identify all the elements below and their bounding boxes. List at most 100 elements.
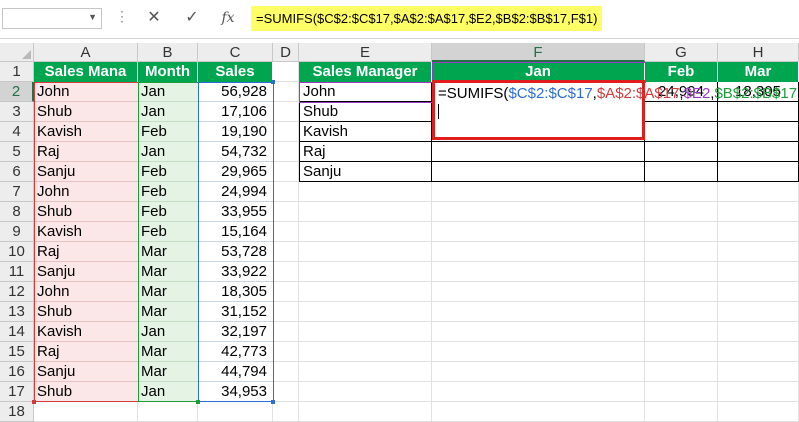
sales-value-cell[interactable]: 15,164 [198, 222, 273, 242]
row-header-12[interactable]: 12 [0, 282, 34, 302]
month-cell[interactable]: Feb [138, 222, 198, 242]
result-cell[interactable] [718, 162, 799, 182]
sales-value-cell[interactable]: 33,955 [198, 202, 273, 222]
sales-value-cell[interactable]: 18,305 [198, 282, 273, 302]
sales-value-cell[interactable]: 53,728 [198, 242, 273, 262]
sales-value-cell[interactable]: 34,953 [198, 382, 273, 402]
result-cell[interactable] [645, 142, 718, 162]
month-cell[interactable]: Feb [138, 182, 198, 202]
sales-manager-cell[interactable]: Raj [34, 342, 138, 362]
result-cell[interactable] [432, 142, 645, 162]
row-header-6[interactable]: 6 [0, 162, 34, 182]
name-box[interactable]: ▼ [2, 8, 102, 29]
column-header-g[interactable]: G [645, 43, 718, 62]
column-header-b[interactable]: B [138, 43, 198, 62]
manager-name-cell[interactable]: Shub [299, 102, 432, 122]
manager-name-cell[interactable]: Kavish [299, 122, 432, 142]
range-handle[interactable] [271, 80, 275, 84]
row-header-7[interactable]: 7 [0, 182, 34, 202]
column-header-h[interactable]: H [718, 43, 799, 62]
drag-handle-icon[interactable]: ⋮ [115, 8, 129, 25]
sales-value-cell[interactable]: 56,928 [198, 82, 273, 102]
sales-value-cell[interactable]: 44,794 [198, 362, 273, 382]
insert-function-button[interactable]: fx [217, 8, 239, 28]
row-header-1[interactable]: 1 [0, 62, 34, 82]
column-header-e[interactable]: E [299, 43, 432, 62]
manager-name-cell[interactable]: John [299, 82, 432, 102]
month-cell[interactable]: Jan [138, 382, 198, 402]
month-cell[interactable]: Jan [138, 142, 198, 162]
manager-name-cell[interactable]: Sanju [299, 162, 432, 182]
table-header-cell[interactable]: Sales [198, 62, 273, 82]
row-header-2[interactable]: 2 [0, 82, 34, 102]
row-header-4[interactable]: 4 [0, 122, 34, 142]
row-header-17[interactable]: 17 [0, 382, 34, 402]
month-cell[interactable]: Jan [138, 82, 198, 102]
sales-manager-cell[interactable]: John [34, 182, 138, 202]
sales-manager-cell[interactable]: Kavish [34, 322, 138, 342]
table-header-cell[interactable]: Sales Mana [34, 62, 138, 82]
month-cell[interactable]: Mar [138, 302, 198, 322]
column-header-a[interactable]: A [34, 43, 138, 62]
row-header-15[interactable]: 15 [0, 342, 34, 362]
sales-manager-cell[interactable]: Kavish [34, 122, 138, 142]
cell-edit-box[interactable]: =SUMIFS($C$2:$C$17,$A$2:$A$17,$E2,$B$2:$… [432, 80, 799, 140]
cancel-button[interactable]: ✕ [143, 8, 165, 28]
month-cell[interactable]: Mar [138, 342, 198, 362]
sales-value-cell[interactable]: 31,152 [198, 302, 273, 322]
row-header-3[interactable]: 3 [0, 102, 34, 122]
range-handle[interactable] [196, 400, 200, 404]
table-header-cell[interactable]: Feb [645, 62, 718, 82]
sales-manager-cell[interactable]: Shub [34, 202, 138, 222]
row-header-10[interactable]: 10 [0, 242, 34, 262]
result-cell[interactable] [718, 102, 799, 122]
sales-value-cell[interactable]: 29,965 [198, 162, 273, 182]
sales-value-cell[interactable]: 32,197 [198, 322, 273, 342]
month-cell[interactable]: Mar [138, 242, 198, 262]
result-cell[interactable] [645, 102, 718, 122]
month-cell[interactable]: Mar [138, 282, 198, 302]
range-handle[interactable] [271, 400, 275, 404]
row-header-13[interactable]: 13 [0, 302, 34, 322]
result-cell[interactable] [432, 162, 645, 182]
month-cell[interactable]: Feb [138, 122, 198, 142]
row-header-8[interactable]: 8 [0, 202, 34, 222]
sales-value-cell[interactable]: 54,732 [198, 142, 273, 162]
table-header-cell[interactable]: Mar [718, 62, 799, 82]
row-header-14[interactable]: 14 [0, 322, 34, 342]
row-header-11[interactable]: 11 [0, 262, 34, 282]
month-cell[interactable]: Mar [138, 362, 198, 382]
formula-input[interactable]: =SUMIFS($C$2:$C$17,$A$2:$A$17,$E2,$B$2:$… [251, 6, 603, 31]
sales-manager-cell[interactable]: John [34, 282, 138, 302]
row-header-18[interactable]: 18 [0, 402, 34, 422]
sales-value-cell[interactable]: 19,190 [198, 122, 273, 142]
select-all-corner[interactable] [0, 43, 34, 62]
table-header-cell[interactable]: Sales Manager [299, 62, 432, 82]
sales-manager-cell[interactable]: Raj [34, 142, 138, 162]
sales-manager-cell[interactable]: Sanju [34, 162, 138, 182]
manager-name-cell[interactable]: Raj [299, 142, 432, 162]
sales-manager-cell[interactable]: Kavish [34, 222, 138, 242]
month-cell[interactable]: Feb [138, 202, 198, 222]
sales-manager-cell[interactable]: Sanju [34, 262, 138, 282]
result-cell[interactable] [645, 162, 718, 182]
chevron-down-icon[interactable]: ▼ [88, 12, 97, 22]
sales-value-cell[interactable]: 33,922 [198, 262, 273, 282]
result-cell[interactable] [645, 122, 718, 142]
result-cell[interactable] [718, 142, 799, 162]
sales-manager-cell[interactable]: Shub [34, 382, 138, 402]
month-cell[interactable]: Jan [138, 102, 198, 122]
table-header-cell[interactable]: Jan [432, 62, 645, 82]
range-handle[interactable] [32, 400, 36, 404]
enter-button[interactable]: ✓ [181, 8, 203, 28]
sales-value-cell[interactable]: 17,106 [198, 102, 273, 122]
row-header-16[interactable]: 16 [0, 362, 34, 382]
sales-manager-cell[interactable]: Shub [34, 102, 138, 122]
row-header-9[interactable]: 9 [0, 222, 34, 242]
sales-value-cell[interactable]: 42,773 [198, 342, 273, 362]
sales-manager-cell[interactable]: Shub [34, 302, 138, 322]
column-header-c[interactable]: C [198, 43, 273, 62]
column-header-d[interactable]: D [273, 43, 299, 62]
sales-manager-cell[interactable]: Sanju [34, 362, 138, 382]
month-cell[interactable]: Jan [138, 322, 198, 342]
